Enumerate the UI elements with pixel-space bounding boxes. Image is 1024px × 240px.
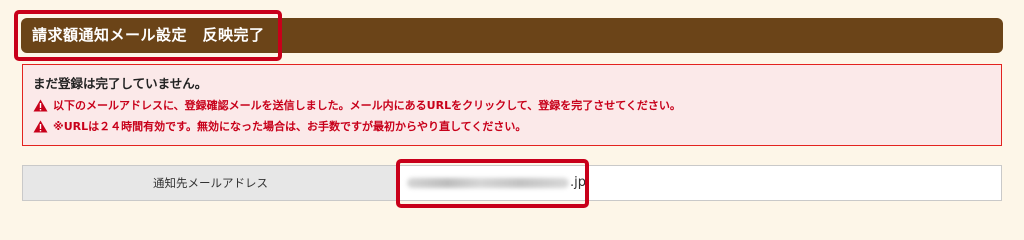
- title-highlight-frame: [14, 10, 282, 61]
- email-highlight-frame: [396, 159, 589, 208]
- alert-heading: まだ登録は完了していません。: [33, 76, 208, 91]
- alert-message-text: 以下のメールアドレスに、登録確認メールを送信しました。メール内にあるURLをクリ…: [53, 99, 681, 112]
- warning-icon: [33, 99, 48, 112]
- alert-message: 以下のメールアドレスに、登録確認メールを送信しました。メール内にあるURLをクリ…: [33, 97, 681, 113]
- email-label: 通知先メールアドレス: [23, 166, 399, 200]
- alert-message-text: ※URLは２４時間有効です。無効になった場合は、お手数ですが最初からやり直してく…: [53, 120, 527, 133]
- alert-box: まだ登録は完了していません。 以下のメールアドレスに、登録確認メールを送信しまし…: [22, 64, 1002, 146]
- alert-message: ※URLは２４時間有効です。無効になった場合は、お手数ですが最初からやり直してく…: [33, 118, 526, 134]
- warning-icon: [33, 120, 48, 133]
